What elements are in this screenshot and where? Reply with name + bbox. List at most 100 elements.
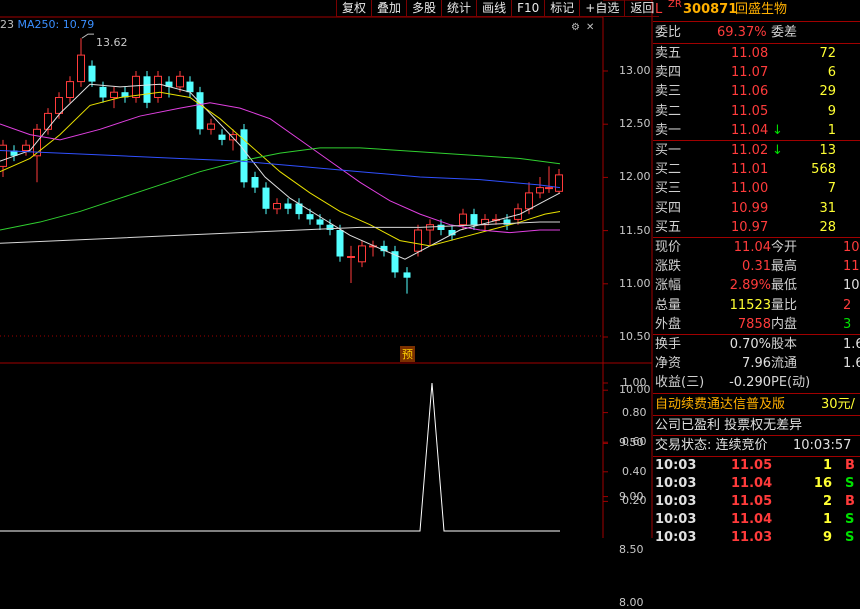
price-axis-label: 11.00	[619, 276, 651, 290]
toolbar-button-mark[interactable]: 标记	[544, 0, 580, 17]
candle-body-up	[176, 75, 184, 88]
zr-badge: ZR	[668, 0, 682, 10]
quote-stat-row: 现价 11.04 今开 10	[655, 240, 860, 255]
candle-body-down	[251, 177, 259, 188]
candle-body-up	[414, 229, 422, 252]
sell-order-row[interactable]: 卖三 11.06 29	[653, 82, 860, 101]
quote-stat-row: 外盘 7858 内盘 3	[655, 316, 852, 332]
quote-stat-row: 涨跌 0.31 最高 11	[655, 259, 860, 275]
ma250-line	[0, 150, 561, 189]
candle-body-down	[196, 92, 204, 130]
ma120-line	[0, 221, 560, 244]
ma20-line	[0, 102, 560, 234]
candle-body-up	[0, 144, 7, 167]
indicator-axis-label: 0.60	[622, 435, 647, 449]
toolbar-button-draw[interactable]: 画线	[476, 0, 512, 17]
candle-body-up	[154, 75, 162, 99]
candle-body-down	[284, 203, 292, 209]
buy-order-row[interactable]: 买三 11.00 7	[653, 179, 860, 198]
fundamental-row: 收益(三) -0.290 PE(动)	[655, 375, 811, 391]
tick-row: 10:03 11.04 1 S	[655, 512, 855, 527]
company-note-row: 公司已盈利 投票权无差异	[655, 418, 803, 433]
candle-body-down	[99, 86, 107, 98]
candle-body-up	[358, 245, 366, 263]
quote-stat-row: 总量 11523 量比 2	[655, 297, 852, 313]
candle-body-up	[77, 54, 85, 83]
candle-body-up	[273, 203, 281, 210]
buy-order-row[interactable]: 买二 11.01 568	[653, 160, 860, 179]
fundamental-row: 换手 0.70% 股本 1.6	[655, 337, 860, 352]
candle-body-up	[22, 144, 30, 151]
toolbar-button-statistics[interactable]: 统计	[441, 0, 477, 17]
sell-order-row[interactable]: 卖五 11.08 72	[653, 44, 860, 63]
candle-body-down	[143, 76, 151, 103]
price-axis-label: 10.50	[619, 330, 651, 343]
promo-row[interactable]: 自动续费通达信普及版 30元/	[653, 395, 860, 414]
tick-row: 10:03 11.03 9 S	[655, 530, 855, 545]
indicator-axis-label: 0.20	[622, 494, 647, 508]
candle-body-down	[218, 134, 226, 140]
toolbar-button-add-watchlist[interactable]: +自选	[579, 0, 625, 17]
indicator-line	[0, 382, 560, 532]
candle-body-up	[555, 174, 563, 192]
stock-terminal: ⚙ ✕ 复权 叠加 多股 统计 画线 F10 标记 +自选 返回 23 MA250…	[0, 0, 860, 609]
stock-title: L ZR 300871 回盛生物	[653, 0, 860, 19]
buy-order-row[interactable]: 买五 10.97 28	[653, 218, 860, 237]
candle-body-up	[55, 97, 63, 114]
close-icon: ✕	[586, 22, 594, 33]
indicator-axis-label: 1.00	[622, 376, 647, 389]
ma250-label: MA250: 10.79	[17, 18, 95, 31]
sell-order-row[interactable]: 卖四 11.07 6	[653, 63, 860, 82]
header-partial-label: 23	[0, 18, 14, 31]
commission-ratio-row: 委比 69.37% 委差	[655, 25, 798, 40]
candle-body-down	[316, 219, 324, 225]
price-axis-label: 8.50	[619, 542, 644, 556]
buy-order-row[interactable]: 买四 10.99 31	[653, 199, 860, 218]
candle-body-down	[186, 81, 194, 93]
price-axis-label: 13.00	[619, 64, 651, 77]
indicator-axis-label: 0.80	[622, 405, 647, 419]
candle-body-up	[347, 256, 355, 258]
candle-body-up	[66, 81, 74, 98]
stock-name: 回盛生物	[735, 2, 788, 17]
down-arrow-icon: ↓	[772, 143, 783, 158]
trade-status-row: 交易状态: 连续竞价 10:03:57	[655, 438, 852, 453]
price-axis-label: 12.00	[619, 170, 651, 184]
price-axis-label: 11.50	[619, 223, 651, 237]
candle-body-down	[336, 230, 344, 257]
price-axis-label: 8.00	[619, 596, 644, 609]
buy-order-row[interactable]: 买一 11.02 ↓ 13	[653, 141, 860, 160]
tick-row: 10:03 11.05 2 B	[655, 494, 855, 509]
candle-body-down	[88, 65, 96, 82]
toolbar-button-multi-stock[interactable]: 多股	[406, 0, 442, 17]
candle-body-down	[437, 224, 445, 230]
toolbar-button-fuquan[interactable]: 复权	[336, 0, 372, 17]
quote-panel: L ZR 300871 回盛生物 委比 69.37% 委差 卖五 11.08 72 卖…	[653, 0, 860, 545]
settings-icon: ⚙	[571, 22, 580, 33]
toolbar-button-overlay[interactable]: 叠加	[371, 0, 407, 17]
candle-body-down	[306, 214, 314, 220]
candle-body-down	[470, 214, 478, 225]
chart-header: 23 MA250: 10.79	[0, 18, 94, 31]
candle-body-up	[536, 187, 544, 194]
peak-leader	[81, 33, 94, 39]
quote-stat-row: 涨幅 2.89% 最低 10	[655, 278, 860, 294]
fundamental-row: 净资 7.96 流通 1.6	[655, 356, 860, 372]
candle-body-up	[44, 112, 52, 130]
candle-body-up	[525, 192, 533, 210]
candle-body-down	[403, 272, 411, 278]
candle-body-up	[545, 187, 553, 190]
sell-order-row[interactable]: 卖一 11.04 ↓ 1	[653, 121, 860, 140]
toolbar: 复权 叠加 多股 统计 画线 F10 标记 +自选 返回	[336, 0, 660, 17]
tick-row: 10:03 11.04 16 S	[655, 476, 855, 491]
down-arrow-icon: ↓	[772, 122, 783, 138]
toolbar-button-f10[interactable]: F10	[511, 0, 545, 17]
stock-code: 300871	[683, 2, 738, 17]
candle-body-down	[262, 187, 270, 209]
candle-body-up	[459, 213, 467, 226]
forecast-marker: 预	[400, 346, 415, 362]
candle-body-up	[132, 75, 140, 99]
tick-row: 10:03 11.05 1 B	[655, 458, 855, 473]
sell-order-row[interactable]: 卖二 11.05 9	[653, 102, 860, 121]
price-axis-label: 12.50	[619, 117, 651, 131]
